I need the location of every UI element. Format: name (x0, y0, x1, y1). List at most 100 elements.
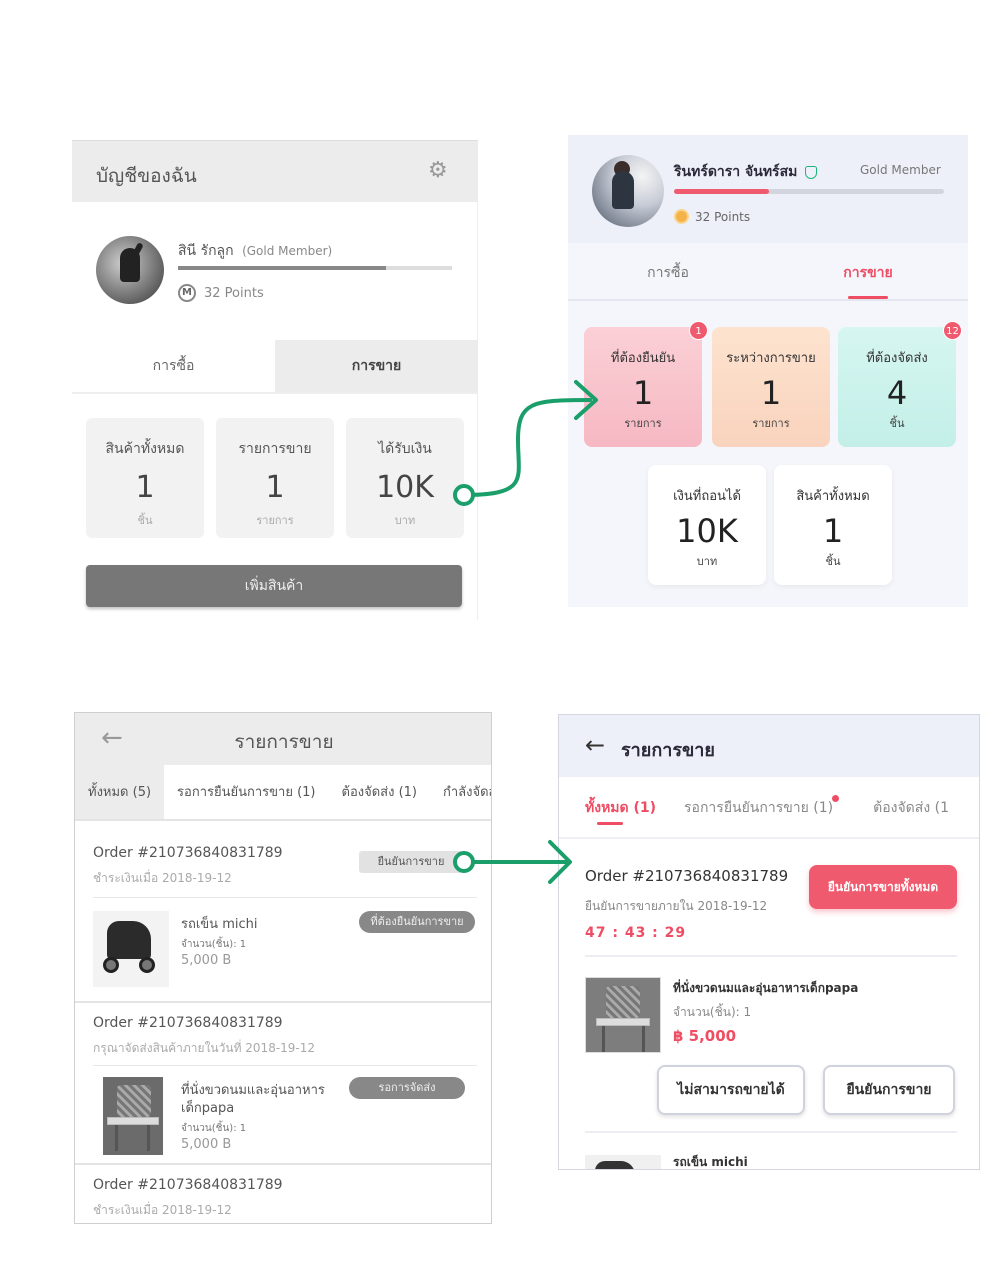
points-label: 32 Points (695, 209, 751, 224)
product-price: ฿ 5,000 (673, 1027, 737, 1045)
tab-all[interactable]: ทั้งหมด (5) (75, 765, 165, 819)
tab-buy[interactable]: การซื้อ (72, 340, 275, 392)
page-title: รายการขาย (621, 740, 715, 761)
sales-tabs: ทั้งหมด (1) รอการยืนยันการขาย (1) ต้องจั… (559, 777, 979, 839)
stat-unit: รายการ (256, 514, 294, 527)
stat-value: 10K (676, 512, 738, 550)
confirm-all-button[interactable]: ยืนยันการขายทั้งหมด (809, 865, 957, 909)
product-thumbnail (585, 977, 661, 1053)
member-tag: (Gold Member) (242, 244, 333, 258)
stat-card-selling[interactable]: ระหว่างการขาย 1 รายการ (712, 327, 830, 447)
product-qty: จำนวน(ชิ้น): 1 (181, 939, 247, 950)
cannot-sell-button[interactable]: ไม่สามารถขายได้ (657, 1065, 805, 1115)
points-row: M 32 Points (178, 284, 264, 302)
sales-header: รายการขาย ← (75, 713, 491, 765)
points-row: 32 Points (674, 209, 750, 224)
stat-value: 1 (760, 374, 782, 412)
stat-label: สินค้าทั้งหมด (796, 489, 870, 504)
order-number: Order #210736840831789 (93, 1177, 283, 1193)
account-tabs: การซื้อ การขาย (568, 253, 968, 299)
countdown-timer: 47 : 43 : 29 (585, 925, 687, 941)
tab-shipping[interactable]: กำลังจัดส่ง (430, 765, 491, 819)
divider (93, 897, 477, 898)
back-arrow-icon[interactable]: ← (585, 731, 605, 759)
divider (75, 1001, 491, 1003)
confirm-sale-button[interactable]: ยืนยันการขาย (823, 1065, 955, 1115)
stat-label: ที่ต้องจัดส่ง (866, 351, 928, 366)
account-header: บัญชีของฉัน ⚙ (72, 140, 478, 202)
confirm-sale-button[interactable]: ยืนยันการขาย (359, 851, 463, 873)
user-name-line: รินทร์ดารา จันทร์สม (674, 161, 818, 183)
add-product-button[interactable]: เพิ่มสินค้า (86, 565, 462, 607)
wireframe-sales-panel: รายการขาย ← ทั้งหมด (5) รอการยืนยันการขา… (74, 712, 492, 1224)
order-subtitle: ยืนยันการขายภายใน 2018-19-12 (585, 899, 768, 913)
user-name: สินี รักลูก (178, 243, 234, 259)
divider (72, 392, 478, 394)
stat-unit: ชิ้น (137, 514, 153, 527)
notification-badge: 1 (689, 321, 708, 340)
product-thumbnail (585, 1155, 661, 1169)
coin-icon (674, 209, 689, 224)
wireframe-account-panel: บัญชีของฉัน ⚙ สินี รักลูก (Gold Member) … (72, 140, 478, 620)
product-thumbnail (103, 1077, 163, 1155)
product-name: รถเข็น michi (673, 1155, 748, 1169)
tab-buy[interactable]: การซื้อ (568, 253, 768, 299)
product-name: ที่นั่งขวดนมและอุ่นอาหารเด็กpapa (673, 981, 859, 995)
stat-value: 1 (822, 512, 844, 550)
tab-to-ship[interactable]: ต้องจัดส่ง (1 (847, 777, 963, 837)
gear-icon[interactable]: ⚙ (428, 160, 448, 182)
order-number: Order #210736840831789 (93, 845, 283, 861)
status-badge: ที่ต้องยืนยันการขาย (359, 911, 475, 933)
tab-sell[interactable]: การขาย (768, 253, 968, 299)
divider (75, 1163, 491, 1165)
coin-icon: M (178, 284, 196, 302)
status-badge: รอการจัดส่ง (349, 1077, 465, 1099)
notification-badge: 12 (943, 321, 962, 340)
tab-awaiting-confirmation[interactable]: รอการยืนยันการขาย (1) (670, 777, 847, 837)
stat-card-all-products[interactable]: สินค้าทั้งหมด 1 ชิ้น (774, 465, 892, 585)
tab-all[interactable]: ทั้งหมด (1) (559, 777, 670, 837)
stat-label: เงินที่ถอนได้ (673, 489, 741, 504)
flow-arrow-top (453, 380, 598, 506)
back-arrow-icon[interactable]: ← (101, 723, 123, 753)
designed-account-panel: รินทร์ดารา จันทร์สม Gold Member 32 Point… (568, 135, 968, 607)
stat-unit: ชิ้น (889, 417, 905, 430)
page-title: บัญชีของฉัน (96, 165, 197, 187)
stat-label: รายการขาย (238, 441, 312, 457)
product-price: 5,000 B (181, 1137, 232, 1152)
product-name-line2: เด็กpapa (181, 1101, 235, 1116)
stat-label: ระหว่างการขาย (726, 351, 816, 366)
stat-unit: บาท (696, 555, 718, 568)
member-tag: Gold Member (860, 163, 941, 177)
sales-header: ← รายการขาย (559, 715, 979, 777)
product-thumbnail (93, 911, 169, 987)
stat-value: 4 (886, 374, 908, 412)
points-label: 32 Points (204, 285, 264, 301)
stat-unit: ชิ้น (825, 555, 841, 568)
stat-card-sales[interactable]: รายการขาย 1 รายการ (216, 418, 334, 538)
order-subtitle: กรุณาจัดส่งสินค้าภายในวันที่ 2018-19-12 (93, 1041, 316, 1055)
product-qty: จำนวน(ชิ้น): 1 (181, 1123, 247, 1134)
order-subtitle: ชำระเงินเมื่อ 2018-19-12 (93, 1203, 232, 1217)
avatar (96, 236, 164, 304)
divider (568, 299, 968, 301)
divider (93, 1065, 477, 1066)
designed-sales-panel: ← รายการขาย ทั้งหมด (1) รอการยืนยันการขา… (558, 714, 980, 1170)
divider (585, 955, 957, 957)
tab-awaiting-confirmation[interactable]: รอการยืนยันการขาย (1) (164, 765, 328, 819)
stat-unit: รายการ (752, 417, 790, 430)
stat-card-withdrawable[interactable]: เงินที่ถอนได้ 10K บาท (648, 465, 766, 585)
member-progress-bar (674, 189, 944, 194)
stat-card-all-products[interactable]: สินค้าทั้งหมด 1 ชิ้น (86, 418, 204, 538)
stat-label: สินค้าทั้งหมด (105, 441, 185, 457)
sales-tabs: ทั้งหมด (5) รอการยืนยันการขาย (1) ต้องจั… (75, 765, 491, 821)
user-name: รินทร์ดารา จันทร์สม (674, 164, 798, 180)
verified-shield-icon (805, 165, 818, 179)
stat-card-to-ship[interactable]: 12 ที่ต้องจัดส่ง 4 ชิ้น (838, 321, 962, 447)
product-price: 5,000 B (181, 953, 232, 968)
account-tabs: การซื้อ การขาย (72, 340, 478, 392)
tab-to-ship[interactable]: ต้องจัดส่ง (1) (329, 765, 431, 819)
member-progress-bar (178, 266, 452, 270)
tab-label: รอการยืนยันการขาย (1) (684, 800, 834, 816)
flow-arrow-bottom (453, 840, 572, 884)
